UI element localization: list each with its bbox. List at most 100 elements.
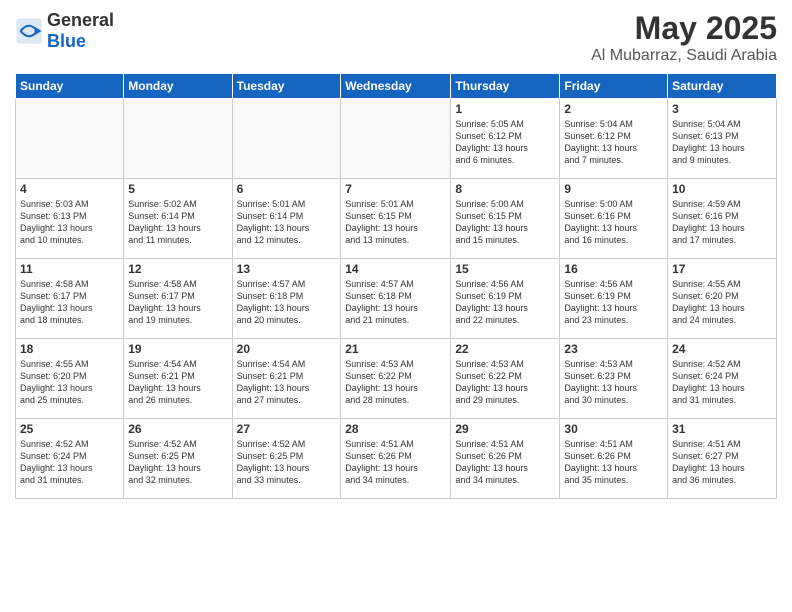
location-subtitle: Al Mubarraz, Saudi Arabia	[591, 47, 777, 65]
table-row: 3Sunrise: 5:04 AM Sunset: 6:13 PM Daylig…	[668, 99, 777, 179]
table-row	[124, 99, 232, 179]
day-info: Sunrise: 4:51 AM Sunset: 6:26 PM Dayligh…	[564, 438, 663, 487]
day-info: Sunrise: 4:55 AM Sunset: 6:20 PM Dayligh…	[672, 278, 772, 327]
day-number: 23	[564, 342, 663, 356]
table-row: 5 Sunrise: 5:02 AM Sunset: 6:14 PM Daylig…	[124, 179, 232, 259]
table-row: 22 Sunrise: 4:53 AM Sunset: 6:22 PM Dayli…	[451, 339, 560, 419]
logo-text: General Blue	[47, 10, 114, 52]
table-row: 26 Sunrise: 4:52 AM Sunset: 6:25 PM Dayli…	[124, 419, 232, 499]
day-number: 7	[345, 182, 446, 196]
day-number: 13	[237, 262, 337, 276]
day-number: 12	[128, 262, 227, 276]
day-info: Sunrise: 4:58 AM Sunset: 6:17 PM Dayligh…	[20, 278, 119, 327]
day-info: Sunrise: 4:57 AM Sunset: 6:18 PM Dayligh…	[237, 278, 337, 327]
day-number: 10	[672, 182, 772, 196]
day-info: Sunrise: 5:02 AM Sunset: 6:14 PM Dayligh…	[128, 198, 227, 247]
logo-blue: Blue	[47, 31, 114, 52]
day-info: Sunrise: 4:55 AM Sunset: 6:20 PM Dayligh…	[20, 358, 119, 407]
table-row: 29Sunrise: 4:51 AM Sunset: 6:26 PM Dayli…	[451, 419, 560, 499]
page-header: General Blue May 2025 Al Mubarraz, Saudi…	[15, 10, 777, 65]
table-row: 2Sunrise: 5:04 AM Sunset: 6:12 PM Daylig…	[560, 99, 668, 179]
table-row: 27 Sunrise: 4:52 AM Sunset: 6:25 PM Dayli…	[232, 419, 341, 499]
day-number: 28	[345, 422, 446, 436]
title-block: May 2025 Al Mubarraz, Saudi Arabia	[591, 10, 777, 65]
day-number: 8	[455, 182, 555, 196]
calendar-week-3: 11 Sunrise: 4:58 AM Sunset: 6:17 PM Dayli…	[16, 259, 777, 339]
header-thursday: Thursday	[451, 74, 560, 99]
header-wednesday: Wednesday	[341, 74, 451, 99]
day-number: 4	[20, 182, 119, 196]
day-info: Sunrise: 4:53 AM Sunset: 6:23 PM Dayligh…	[564, 358, 663, 407]
day-number: 27	[237, 422, 337, 436]
day-info: Sunrise: 4:59 AM Sunset: 6:16 PM Dayligh…	[672, 198, 772, 247]
day-info: Sunrise: 4:53 AM Sunset: 6:22 PM Dayligh…	[455, 358, 555, 407]
day-info: Sunrise: 5:00 AM Sunset: 6:15 PM Dayligh…	[455, 198, 555, 247]
day-info: Sunrise: 5:04 AM Sunset: 6:12 PM Dayligh…	[564, 118, 663, 167]
day-number: 18	[20, 342, 119, 356]
calendar-table: Sunday Monday Tuesday Wednesday Thursday…	[15, 73, 777, 499]
table-row: 20Sunrise: 4:54 AM Sunset: 6:21 PM Dayli…	[232, 339, 341, 419]
table-row: 6Sunrise: 5:01 AM Sunset: 6:14 PM Daylig…	[232, 179, 341, 259]
table-row	[16, 99, 124, 179]
day-info: Sunrise: 4:53 AM Sunset: 6:22 PM Dayligh…	[345, 358, 446, 407]
table-row: 4 Sunrise: 5:03 AM Sunset: 6:13 PM Daylig…	[16, 179, 124, 259]
day-info: Sunrise: 4:58 AM Sunset: 6:17 PM Dayligh…	[128, 278, 227, 327]
day-info: Sunrise: 4:52 AM Sunset: 6:25 PM Dayligh…	[128, 438, 227, 487]
table-row: 10 Sunrise: 4:59 AM Sunset: 6:16 PM Dayli…	[668, 179, 777, 259]
day-number: 19	[128, 342, 227, 356]
logo: General Blue	[15, 10, 114, 52]
day-info: Sunrise: 5:00 AM Sunset: 6:16 PM Dayligh…	[564, 198, 663, 247]
table-row: 7Sunrise: 5:01 AM Sunset: 6:15 PM Daylig…	[341, 179, 451, 259]
day-number: 25	[20, 422, 119, 436]
day-number: 9	[564, 182, 663, 196]
header-tuesday: Tuesday	[232, 74, 341, 99]
day-number: 22	[455, 342, 555, 356]
day-info: Sunrise: 5:04 AM Sunset: 6:13 PM Dayligh…	[672, 118, 772, 167]
table-row: 23 Sunrise: 4:53 AM Sunset: 6:23 PM Dayli…	[560, 339, 668, 419]
day-number: 31	[672, 422, 772, 436]
table-row: 1Sunrise: 5:05 AM Sunset: 6:12 PM Daylig…	[451, 99, 560, 179]
day-info: Sunrise: 4:52 AM Sunset: 6:25 PM Dayligh…	[237, 438, 337, 487]
day-number: 26	[128, 422, 227, 436]
table-row: 15 Sunrise: 4:56 AM Sunset: 6:19 PM Dayli…	[451, 259, 560, 339]
day-number: 17	[672, 262, 772, 276]
table-row: 30Sunrise: 4:51 AM Sunset: 6:26 PM Dayli…	[560, 419, 668, 499]
table-row: 9 Sunrise: 5:00 AM Sunset: 6:16 PM Daylig…	[560, 179, 668, 259]
calendar-week-5: 25 Sunrise: 4:52 AM Sunset: 6:24 PM Dayli…	[16, 419, 777, 499]
table-row: 16Sunrise: 4:56 AM Sunset: 6:19 PM Dayli…	[560, 259, 668, 339]
day-info: Sunrise: 5:05 AM Sunset: 6:12 PM Dayligh…	[455, 118, 555, 167]
day-info: Sunrise: 4:51 AM Sunset: 6:27 PM Dayligh…	[672, 438, 772, 487]
day-number: 24	[672, 342, 772, 356]
day-number: 11	[20, 262, 119, 276]
calendar-week-2: 4 Sunrise: 5:03 AM Sunset: 6:13 PM Daylig…	[16, 179, 777, 259]
day-info: Sunrise: 4:56 AM Sunset: 6:19 PM Dayligh…	[455, 278, 555, 327]
day-number: 15	[455, 262, 555, 276]
month-year-title: May 2025	[591, 10, 777, 47]
table-row: 14Sunrise: 4:57 AM Sunset: 6:18 PM Dayli…	[341, 259, 451, 339]
table-row	[232, 99, 341, 179]
day-number: 5	[128, 182, 227, 196]
table-row: 18 Sunrise: 4:55 AM Sunset: 6:20 PM Dayli…	[16, 339, 124, 419]
page-container: General Blue May 2025 Al Mubarraz, Saudi…	[0, 0, 792, 509]
calendar-week-4: 18 Sunrise: 4:55 AM Sunset: 6:20 PM Dayli…	[16, 339, 777, 419]
table-row: 13 Sunrise: 4:57 AM Sunset: 6:18 PM Dayli…	[232, 259, 341, 339]
calendar-header-row: Sunday Monday Tuesday Wednesday Thursday…	[16, 74, 777, 99]
day-info: Sunrise: 4:57 AM Sunset: 6:18 PM Dayligh…	[345, 278, 446, 327]
day-number: 21	[345, 342, 446, 356]
day-info: Sunrise: 4:52 AM Sunset: 6:24 PM Dayligh…	[20, 438, 119, 487]
day-info: Sunrise: 4:54 AM Sunset: 6:21 PM Dayligh…	[128, 358, 227, 407]
day-info: Sunrise: 5:03 AM Sunset: 6:13 PM Dayligh…	[20, 198, 119, 247]
table-row: 21 Sunrise: 4:53 AM Sunset: 6:22 PM Dayli…	[341, 339, 451, 419]
table-row: 31 Sunrise: 4:51 AM Sunset: 6:27 PM Dayli…	[668, 419, 777, 499]
table-row: 11 Sunrise: 4:58 AM Sunset: 6:17 PM Dayli…	[16, 259, 124, 339]
calendar-week-1: 1Sunrise: 5:05 AM Sunset: 6:12 PM Daylig…	[16, 99, 777, 179]
header-monday: Monday	[124, 74, 232, 99]
table-row: 17 Sunrise: 4:55 AM Sunset: 6:20 PM Dayli…	[668, 259, 777, 339]
logo-icon	[15, 17, 43, 45]
table-row: 8 Sunrise: 5:00 AM Sunset: 6:15 PM Daylig…	[451, 179, 560, 259]
header-sunday: Sunday	[16, 74, 124, 99]
day-info: Sunrise: 4:54 AM Sunset: 6:21 PM Dayligh…	[237, 358, 337, 407]
table-row: 25 Sunrise: 4:52 AM Sunset: 6:24 PM Dayli…	[16, 419, 124, 499]
logo-general: General	[47, 10, 114, 31]
day-info: Sunrise: 4:51 AM Sunset: 6:26 PM Dayligh…	[455, 438, 555, 487]
